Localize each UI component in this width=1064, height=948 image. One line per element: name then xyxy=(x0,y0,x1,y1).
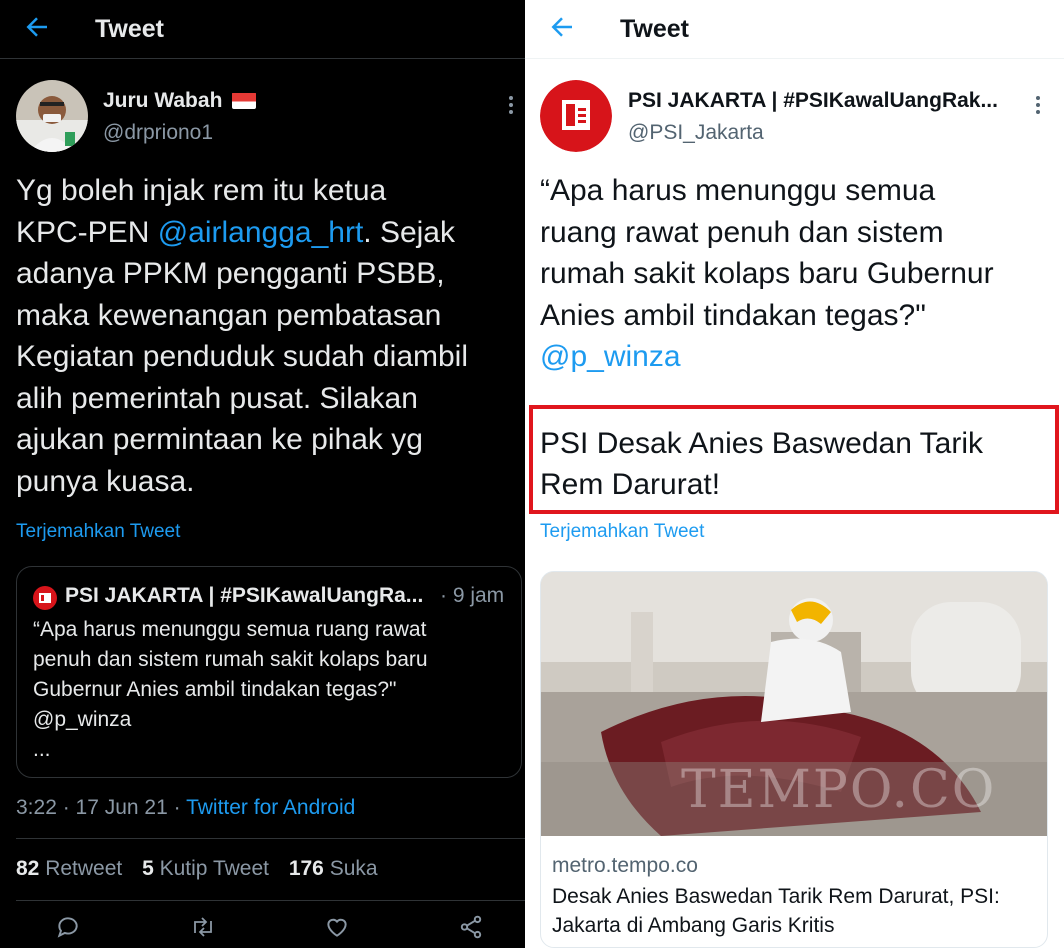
tweet-panel-right: Tweet PSI JAKARTA | #PSIKawalUangRak... … xyxy=(525,0,1064,948)
top-bar: Tweet xyxy=(525,0,1064,59)
quoted-text-line: penuh dan sistem rumah sakit kolaps baru xyxy=(33,648,428,671)
page-title: Tweet xyxy=(620,15,689,43)
quoted-text-line: “Apa harus menunggu semua ruang rawat xyxy=(33,618,427,641)
tweet-text-line: ruang rawat penuh dan sistem xyxy=(540,215,944,249)
quoted-tweet[interactable]: PSI JAKARTA | #PSIKawalUangRa... · 9 jam… xyxy=(16,566,522,778)
like-count[interactable]: 176 Suka xyxy=(289,857,378,880)
image-watermark: TEMPO.CO xyxy=(681,760,997,820)
headline-line: PSI Desak Anies Baswedan Tarik xyxy=(540,427,984,460)
tweet-text-line: maka kewenangan pembatasan xyxy=(16,298,442,332)
more-options-icon[interactable] xyxy=(508,95,514,116)
card-title-line: Jakarta di Ambang Garis Kritis xyxy=(552,914,835,937)
tweet-text-segment: KPC-PEN xyxy=(16,215,158,249)
tweet-text: “Apa harus menunggu semua ruang rawat pe… xyxy=(540,170,994,378)
psi-logo-icon xyxy=(33,586,57,610)
psi-avatar[interactable] xyxy=(540,80,612,152)
tweet-stats: 82 Retweet 5 Kutip Tweet 176 Suka xyxy=(16,857,378,881)
quoted-author-name: PSI JAKARTA | #PSIKawalUangRa... xyxy=(65,584,424,607)
quoted-text-line: Gubernur Anies ambil tindakan tegas?" xyxy=(33,678,397,701)
tweet-text-line: Kegiatan penduduk sudah diambil xyxy=(16,340,469,373)
tweet-text-line: alih pemerintah pusat. Silakan xyxy=(16,381,418,415)
tweet-text-segment: . Sejak xyxy=(363,215,455,249)
author-handle[interactable]: @PSI_Jakarta xyxy=(628,121,764,145)
tweet-text-line: Yg boleh injak rem itu ketua xyxy=(16,174,387,207)
source-link[interactable]: Twitter for Android xyxy=(186,796,355,819)
quoted-text-line: @p_winza xyxy=(33,708,132,731)
translate-tweet-link[interactable]: Terjemahkan Tweet xyxy=(540,521,704,543)
tweet-text-line: punya kuasa. xyxy=(16,464,195,498)
card-domain: metro.tempo.co xyxy=(552,854,698,877)
author-name[interactable]: Juru Wabah xyxy=(103,89,257,113)
indonesia-flag-icon xyxy=(232,92,257,109)
retweet-icon[interactable] xyxy=(189,914,217,945)
highlighted-headline: PSI Desak Anies Baswedan Tarik Rem Darur… xyxy=(540,423,983,505)
tweet-text-line: KPC-PEN @airlangga_hrt. Sejak xyxy=(16,212,468,254)
page-title: Tweet xyxy=(95,15,164,43)
share-icon[interactable] xyxy=(458,914,484,945)
tweet-text: Yg boleh injak rem itu ketua KPC-PEN @ai… xyxy=(16,170,468,502)
back-arrow-icon[interactable] xyxy=(547,12,577,47)
divider xyxy=(16,900,525,901)
like-icon[interactable] xyxy=(324,914,350,945)
card-title: Desak Anies Baswedan Tarik Rem Darurat, … xyxy=(552,882,1042,940)
divider xyxy=(16,838,525,839)
author-name[interactable]: PSI JAKARTA | #PSIKawalUangRak... xyxy=(628,89,998,113)
tweet-text-line: adanya PPKM pengganti PSBB, xyxy=(16,257,445,290)
tweet-meta: 3:22 · 17 Jun 21 · Twitter for Android xyxy=(16,796,355,820)
reply-icon[interactable] xyxy=(55,914,81,945)
link-preview-card[interactable]: TEMPO.CO metro.tempo.co Desak Anies Basw… xyxy=(540,571,1048,948)
headline-line: Rem Darurat! xyxy=(540,468,721,501)
tweet-text-line: ajukan permintaan ke pihak yg xyxy=(16,423,423,456)
mention-link[interactable]: @p_winza xyxy=(540,336,994,378)
tweet-timestamp: 3:22 · 17 Jun 21 · xyxy=(16,796,187,819)
article-image: TEMPO.CO xyxy=(541,572,1047,836)
tweet-text-line: Anies ambil tindakan tegas?" xyxy=(540,298,926,332)
mention-link[interactable]: @airlangga_hrt xyxy=(158,216,364,249)
quoted-text-line: ... xyxy=(33,738,51,761)
avatar[interactable] xyxy=(16,80,88,152)
more-options-icon[interactable] xyxy=(1035,95,1041,116)
translate-tweet-link[interactable]: Terjemahkan Tweet xyxy=(16,521,180,543)
tweet-text-line: “Apa harus menunggu semua xyxy=(540,174,936,207)
tweet-panel-left: Tweet Juru Wabah @drpriono1 Yg boleh inj… xyxy=(0,0,525,948)
back-arrow-icon[interactable] xyxy=(22,12,52,47)
quoted-time: · 9 jam xyxy=(440,584,505,607)
top-bar: Tweet xyxy=(0,0,525,59)
author-handle[interactable]: @drpriono1 xyxy=(103,121,213,145)
card-title-line: Desak Anies Baswedan Tarik Rem Darurat, … xyxy=(552,885,1000,908)
tweet-text-line: rumah sakit kolaps baru Gubernur xyxy=(540,257,994,290)
quote-count[interactable]: 5 Kutip Tweet xyxy=(142,857,269,880)
retweet-count[interactable]: 82 Retweet xyxy=(16,857,122,880)
